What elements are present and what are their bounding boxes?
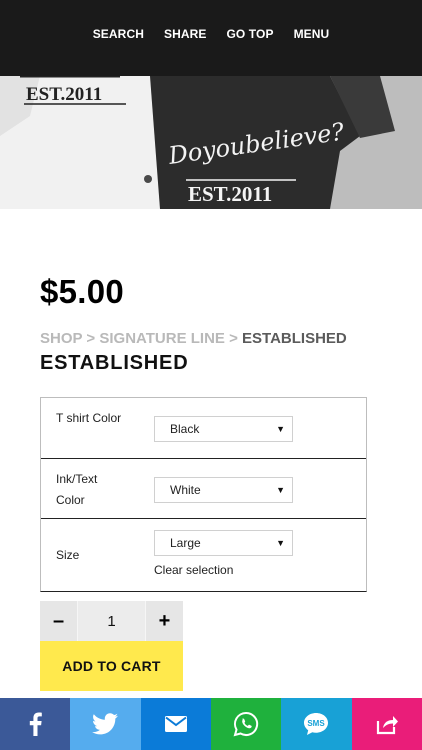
product-title: ESTABLISHED [40, 352, 189, 374]
whatsapp-icon [233, 711, 259, 737]
caret-down-icon: ▼ [276, 485, 285, 495]
select-value: Large [170, 536, 201, 550]
facebook-icon [29, 712, 42, 736]
product-price: $5.00 [40, 273, 125, 310]
nav-menu[interactable]: MENU [294, 27, 330, 41]
nav-go-top[interactable]: GO TOP [227, 27, 274, 41]
shirt-color-select[interactable]: Black ▼ [154, 416, 293, 442]
twitter-share-button[interactable] [70, 698, 141, 750]
hero-image: EST.2011 Doyoubelieve? EST.2011 [0, 76, 422, 209]
breadcrumb-separator: > [229, 330, 238, 347]
breadcrumb-shop[interactable]: SHOP [40, 330, 82, 347]
top-nav: SEARCH SHARE GO TOP MENU [0, 27, 422, 41]
quantity-input[interactable]: 1 [77, 601, 146, 641]
clear-selection-link[interactable]: Clear selection [154, 563, 233, 577]
twitter-icon [92, 713, 119, 735]
sms-icon: SMS [304, 713, 329, 735]
size-select[interactable]: Large ▼ [154, 530, 293, 556]
select-value: White [170, 483, 201, 497]
variation-label: Size [56, 548, 80, 562]
variation-label: T shirt Color [56, 411, 122, 425]
nav-search[interactable]: SEARCH [93, 27, 144, 41]
variations-table: T shirt Color Black ▼ Ink/Text Color Whi… [40, 397, 367, 592]
variation-row-shirt-color: T shirt Color Black ▼ [41, 398, 366, 459]
breadcrumb-category[interactable]: SIGNATURE LINE [99, 330, 225, 347]
variation-row-ink-color: Ink/Text Color White ▼ [41, 459, 366, 519]
add-to-cart-button[interactable]: ADD TO CART [40, 641, 183, 691]
select-value: Black [170, 422, 200, 436]
share-icon [376, 716, 398, 735]
quantity-minus-button[interactable]: – [40, 601, 77, 641]
caret-down-icon: ▼ [276, 538, 285, 548]
quantity-stepper: – 1 + [40, 601, 183, 641]
breadcrumb-current: ESTABLISHED [242, 330, 347, 347]
print-text-left: EST.2011 [26, 84, 102, 105]
caret-down-icon: ▼ [276, 424, 285, 434]
breadcrumb-separator: > [86, 330, 96, 347]
mail-icon [164, 716, 187, 732]
email-share-button[interactable] [140, 698, 211, 750]
ink-color-select[interactable]: White ▼ [154, 477, 293, 503]
print-text-right: EST.2011 [188, 182, 272, 206]
more-share-button[interactable] [351, 698, 422, 750]
variation-row-size: Size Large ▼ Clear selection [41, 519, 366, 591]
sms-label: SMS [308, 719, 326, 728]
nav-share[interactable]: SHARE [164, 27, 207, 41]
share-bar: SMS [0, 698, 422, 750]
sms-share-button[interactable]: SMS [281, 698, 352, 750]
facebook-share-button[interactable] [0, 698, 71, 750]
quantity-plus-button[interactable]: + [146, 601, 183, 641]
breadcrumb: SHOP > SIGNATURE LINE > ESTABLISHED [40, 330, 347, 347]
top-nav-bar: SEARCH SHARE GO TOP MENU [0, 0, 422, 76]
whatsapp-share-button[interactable] [210, 698, 282, 750]
tshirt-photo: EST.2011 Doyoubelieve? EST.2011 [0, 76, 422, 209]
variation-label: Ink/Text Color [56, 472, 98, 507]
